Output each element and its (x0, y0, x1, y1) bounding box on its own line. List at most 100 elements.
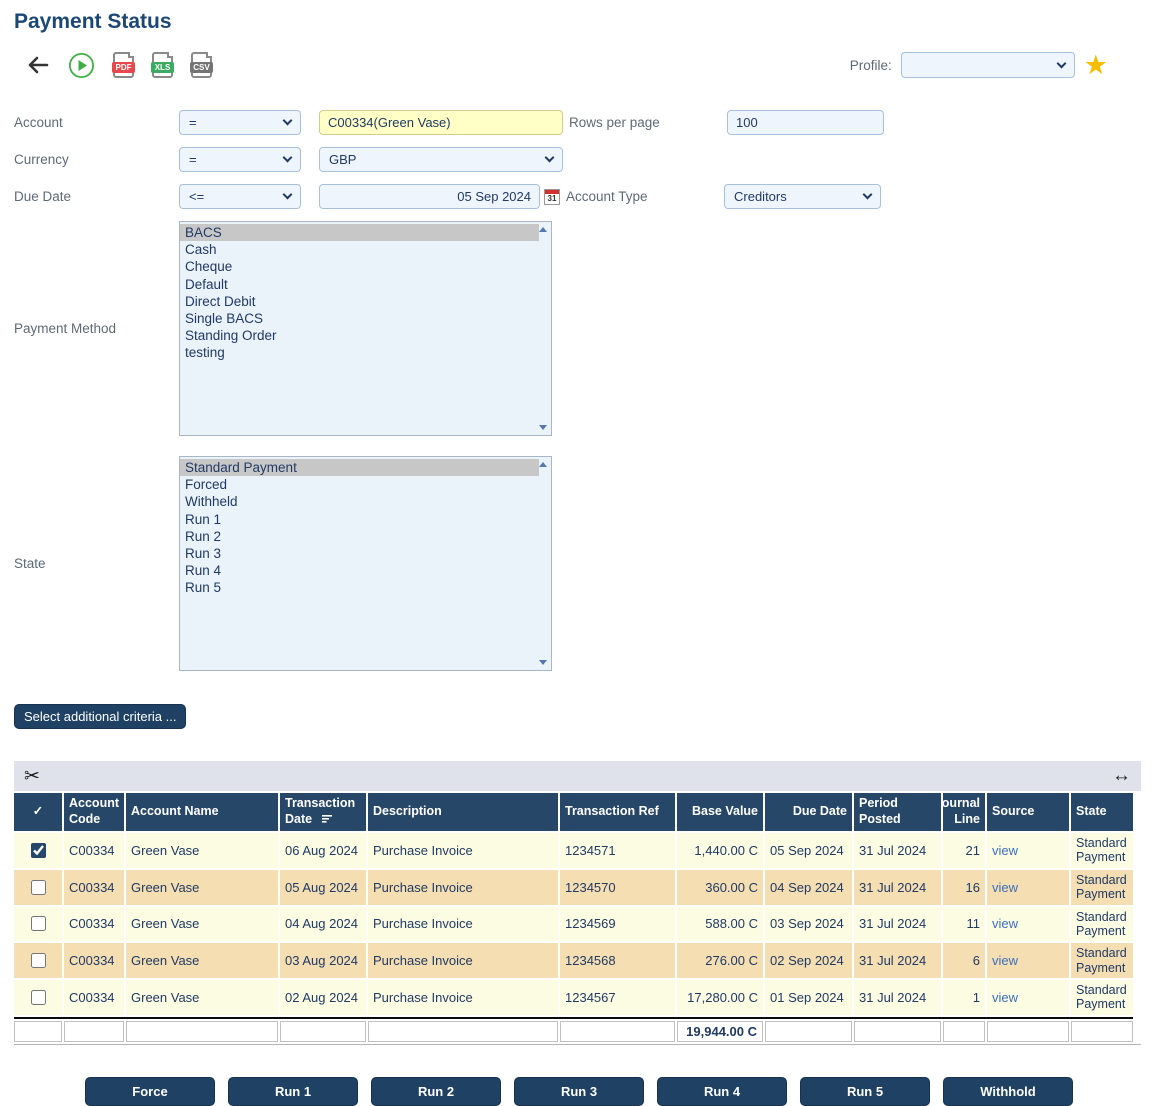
col-header-transaction-ref[interactable]: Transaction Ref (560, 793, 675, 831)
cell-account-name: Green Vase (126, 943, 278, 978)
row-select-checkbox[interactable] (31, 953, 46, 968)
col-header-source[interactable]: Source (987, 793, 1069, 831)
withhold-button[interactable]: Withhold (943, 1077, 1073, 1106)
cell-transaction-date: 02 Aug 2024 (280, 980, 366, 1015)
scroll-down-icon[interactable] (539, 425, 547, 430)
due-date-input[interactable] (319, 184, 540, 209)
row-select-checkbox[interactable] (31, 990, 46, 1005)
run-4-button[interactable]: Run 4 (657, 1077, 787, 1106)
cell-account-code: C00334 (64, 980, 124, 1015)
chevron-down-icon (283, 116, 293, 126)
col-header-journal-line[interactable]: Journal Line (943, 793, 985, 831)
listbox-option[interactable]: Standing Order (180, 327, 539, 344)
cell-state: Standard Payment (1071, 833, 1133, 868)
total-cell (280, 1021, 366, 1042)
scroll-up-icon[interactable] (539, 462, 547, 467)
force-button[interactable]: Force (85, 1077, 215, 1106)
payment-method-listbox[interactable]: BACS Cash Cheque Default Direct Debit Si… (179, 221, 552, 436)
scroll-up-icon[interactable] (539, 227, 547, 232)
run-3-button[interactable]: Run 3 (514, 1077, 644, 1106)
view-link[interactable]: view (992, 916, 1018, 931)
scroll-down-icon[interactable] (539, 660, 547, 665)
profile-select[interactable] (901, 52, 1075, 78)
currency-operator-select[interactable]: = (179, 147, 301, 172)
account-type-select[interactable]: Creditors (724, 184, 881, 209)
cell-period-posted: 31 Jul 2024 (854, 907, 941, 942)
col-header-state[interactable]: State (1071, 793, 1133, 831)
listbox-option[interactable]: Run 1 (180, 511, 539, 528)
cell-source: view (987, 980, 1069, 1015)
back-button[interactable] (26, 55, 50, 75)
listbox-option[interactable]: Run 2 (180, 528, 539, 545)
sort-icon (322, 815, 333, 823)
run-1-button[interactable]: Run 1 (228, 1077, 358, 1106)
scissors-icon[interactable]: ✂ (24, 765, 40, 788)
export-xls-button[interactable]: XLS (152, 52, 173, 78)
calendar-icon[interactable]: 31 (544, 189, 560, 205)
cell-transaction-date: 04 Aug 2024 (280, 907, 366, 942)
account-type-select-value: Creditors (734, 189, 858, 204)
listbox-option[interactable]: Run 3 (180, 545, 539, 562)
listbox-option[interactable]: Standard Payment (180, 459, 539, 476)
listbox-option[interactable]: testing (180, 344, 539, 361)
row-select-checkbox[interactable] (31, 880, 46, 895)
play-icon (68, 52, 95, 79)
listbox-option[interactable]: Withheld (180, 493, 539, 510)
cell-period-posted: 31 Jul 2024 (854, 980, 941, 1015)
rows-per-page-input[interactable] (727, 110, 884, 135)
col-header-account-name[interactable]: Account Name (126, 793, 278, 831)
row-select-checkbox[interactable] (31, 843, 46, 858)
view-link[interactable]: view (992, 843, 1018, 858)
cell-due-date: 02 Sep 2024 (765, 943, 852, 978)
xls-icon: XLS (151, 62, 174, 73)
total-cell (368, 1021, 558, 1042)
favorite-star-icon[interactable]: ★ (1084, 52, 1108, 78)
cell-account-code: C00334 (64, 833, 124, 868)
run-2-button[interactable]: Run 2 (371, 1077, 501, 1106)
listbox-option[interactable]: Default (180, 276, 539, 293)
state-listbox[interactable]: Standard Payment Forced Withheld Run 1 R… (179, 456, 552, 671)
table-cell (14, 943, 62, 978)
results-grid: ✂ ↔ ✓ Account Code Account Name Transact… (14, 761, 1141, 1045)
account-operator-select[interactable]: = (179, 110, 301, 135)
select-additional-criteria-button[interactable]: Select additional criteria ... (14, 704, 186, 729)
due-date-operator-select[interactable]: <= (179, 184, 301, 209)
run-5-button[interactable]: Run 5 (800, 1077, 930, 1106)
listbox-option[interactable]: Single BACS (180, 310, 539, 327)
account-input[interactable] (319, 110, 563, 135)
row-select-checkbox[interactable] (31, 916, 46, 931)
col-header-base-value[interactable]: Base Value (677, 793, 763, 831)
csv-icon: CSV (190, 62, 213, 73)
run-report-button[interactable] (68, 52, 95, 79)
listbox-option[interactable]: Cheque (180, 258, 539, 275)
select-all-header[interactable]: ✓ (14, 793, 62, 831)
col-header-transaction-date[interactable]: Transaction Date (280, 793, 366, 831)
cell-transaction-ref: 1234568 (560, 943, 675, 978)
currency-select[interactable]: GBP (319, 147, 563, 172)
cell-due-date: 05 Sep 2024 (765, 833, 852, 868)
due-date-label: Due Date (14, 189, 179, 204)
resize-columns-icon[interactable]: ↔ (1112, 765, 1131, 787)
export-csv-button[interactable]: CSV (191, 52, 212, 78)
col-header-period-posted[interactable]: Period Posted (854, 793, 941, 831)
col-header-due-date[interactable]: Due Date (765, 793, 852, 831)
view-link[interactable]: view (992, 990, 1018, 1005)
total-cell (987, 1021, 1069, 1042)
cell-description: Purchase Invoice (368, 870, 558, 905)
profile-label: Profile: (850, 58, 892, 73)
listbox-option[interactable]: Forced (180, 476, 539, 493)
folded-corner-icon (167, 52, 173, 58)
view-link[interactable]: view (992, 880, 1018, 895)
listbox-option[interactable]: BACS (180, 224, 539, 241)
cell-base-value: 360.00 C (677, 870, 763, 905)
due-date-operator-value: <= (189, 189, 278, 204)
view-link[interactable]: view (992, 953, 1018, 968)
listbox-option[interactable]: Run 4 (180, 562, 539, 579)
listbox-option[interactable]: Direct Debit (180, 293, 539, 310)
col-header-description[interactable]: Description (368, 793, 558, 831)
export-pdf-button[interactable]: PDF (113, 52, 134, 78)
col-header-account-code[interactable]: Account Code (64, 793, 124, 831)
listbox-option[interactable]: Run 5 (180, 579, 539, 596)
chevron-down-icon (283, 153, 293, 163)
listbox-option[interactable]: Cash (180, 241, 539, 258)
